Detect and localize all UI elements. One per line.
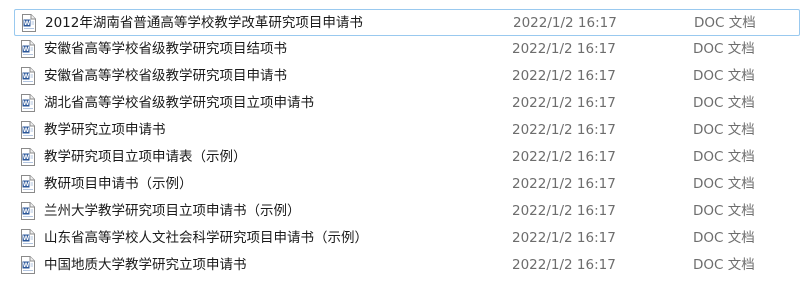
file-type: DOC 文档	[693, 68, 755, 84]
file-name: 2012年湖南省普通高等学校教学改革研究项目申请书	[45, 15, 363, 31]
file-modified-date: 2022/1/2 16:17	[512, 203, 616, 219]
file-modified-date: 2022/1/2 16:17	[512, 95, 616, 111]
word-doc-icon: W	[21, 202, 35, 220]
file-type: DOC 文档	[693, 122, 755, 138]
file-type: DOC 文档	[694, 15, 756, 31]
file-row[interactable]: W 2012年湖南省普通高等学校教学改革研究项目申请书 2022/1/2 16:…	[14, 9, 800, 36]
file-name: 教学研究项目立项申请表（示例）	[44, 149, 247, 165]
file-row[interactable]: W 教研项目申请书（示例） 2022/1/2 16:17 DOC 文档	[14, 171, 800, 198]
file-row[interactable]: W 中国地质大学教学研究立项申请书 2022/1/2 16:17 DOC 文档	[14, 252, 800, 279]
file-row[interactable]: W 教学研究立项申请书 2022/1/2 16:17 DOC 文档	[14, 117, 800, 144]
file-modified-date: 2022/1/2 16:17	[512, 149, 616, 165]
file-list: W 2012年湖南省普通高等学校教学改革研究项目申请书 2022/1/2 16:…	[14, 9, 800, 279]
file-row[interactable]: W 湖北省高等学校省级教学研究项目立项申请书 2022/1/2 16:17 DO…	[14, 90, 800, 117]
file-modified-date: 2022/1/2 16:17	[512, 41, 616, 57]
file-name: 安徽省高等学校省级教学研究项目申请书	[44, 68, 287, 84]
file-row[interactable]: W 兰州大学教学研究项目立项申请书（示例） 2022/1/2 16:17 DOC…	[14, 198, 800, 225]
file-modified-date: 2022/1/2 16:17	[512, 68, 616, 84]
file-modified-date: 2022/1/2 16:17	[512, 257, 616, 273]
word-doc-icon: W	[22, 14, 36, 32]
file-modified-date: 2022/1/2 16:17	[512, 230, 616, 246]
file-row[interactable]: W 山东省高等学校人文社会科学研究项目申请书（示例） 2022/1/2 16:1…	[14, 225, 800, 252]
file-name: 山东省高等学校人文社会科学研究项目申请书（示例）	[44, 230, 368, 246]
file-row[interactable]: W 安徽省高等学校省级教学研究项目结项书 2022/1/2 16:17 DOC …	[14, 36, 800, 63]
svg-text:W: W	[23, 235, 30, 242]
file-name: 教学研究立项申请书	[44, 122, 166, 138]
file-modified-date: 2022/1/2 16:17	[513, 15, 617, 31]
file-type: DOC 文档	[693, 95, 755, 111]
word-doc-icon: W	[21, 148, 35, 166]
svg-text:W: W	[23, 154, 30, 161]
svg-text:W: W	[23, 46, 30, 53]
word-doc-icon: W	[21, 94, 35, 112]
file-type: DOC 文档	[693, 203, 755, 219]
file-type: DOC 文档	[693, 149, 755, 165]
file-type: DOC 文档	[693, 257, 755, 273]
svg-text:W: W	[23, 262, 30, 269]
svg-text:W: W	[24, 20, 31, 27]
word-doc-icon: W	[21, 121, 35, 139]
svg-text:W: W	[23, 100, 30, 107]
file-type: DOC 文档	[693, 176, 755, 192]
file-name: 中国地质大学教学研究立项申请书	[44, 257, 247, 273]
file-name: 教研项目申请书（示例）	[44, 176, 193, 192]
file-type: DOC 文档	[693, 230, 755, 246]
file-row[interactable]: W 安徽省高等学校省级教学研究项目申请书 2022/1/2 16:17 DOC …	[14, 63, 800, 90]
word-doc-icon: W	[21, 40, 35, 58]
file-modified-date: 2022/1/2 16:17	[512, 176, 616, 192]
svg-text:W: W	[23, 127, 30, 134]
word-doc-icon: W	[21, 175, 35, 193]
svg-text:W: W	[23, 181, 30, 188]
file-name: 安徽省高等学校省级教学研究项目结项书	[44, 41, 287, 57]
svg-text:W: W	[23, 208, 30, 215]
word-doc-icon: W	[21, 229, 35, 247]
svg-text:W: W	[23, 73, 30, 80]
file-type: DOC 文档	[693, 41, 755, 57]
file-name: 湖北省高等学校省级教学研究项目立项申请书	[44, 95, 314, 111]
word-doc-icon: W	[21, 256, 35, 274]
file-name: 兰州大学教学研究项目立项申请书（示例）	[44, 203, 301, 219]
word-doc-icon: W	[21, 67, 35, 85]
file-row[interactable]: W 教学研究项目立项申请表（示例） 2022/1/2 16:17 DOC 文档	[14, 144, 800, 171]
file-modified-date: 2022/1/2 16:17	[512, 122, 616, 138]
